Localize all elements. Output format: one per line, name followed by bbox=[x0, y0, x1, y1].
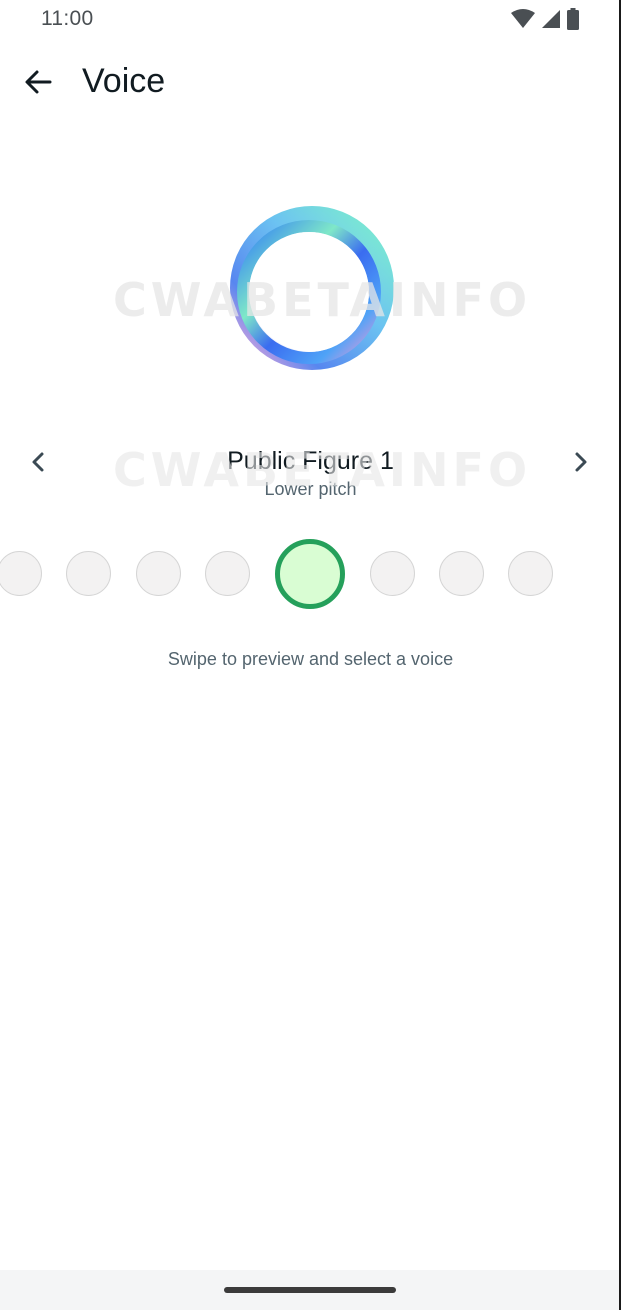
voice-option-selected[interactable] bbox=[275, 539, 345, 609]
back-button[interactable] bbox=[14, 60, 62, 108]
voice-option[interactable] bbox=[136, 551, 181, 596]
chevron-right-icon bbox=[572, 451, 590, 478]
wifi-icon bbox=[511, 9, 535, 34]
system-nav-bar bbox=[0, 1270, 621, 1310]
status-bar: 11:00 bbox=[0, 0, 621, 40]
svg-text:CWABETAINFO: CWABETAINFO bbox=[113, 446, 531, 492]
app-bar: Voice bbox=[0, 50, 621, 116]
signal-icon bbox=[541, 9, 561, 34]
status-time: 11:00 bbox=[41, 7, 94, 30]
voice-carousel[interactable] bbox=[0, 536, 621, 612]
next-voice-button[interactable] bbox=[561, 444, 601, 484]
voice-option[interactable] bbox=[370, 551, 415, 596]
watermark-logo: CWABETAINFO bbox=[113, 273, 543, 327]
watermark-logo: CWABETAINFO bbox=[113, 443, 543, 497]
voice-option[interactable] bbox=[439, 551, 484, 596]
svg-text:CWABETAINFO: CWABETAINFO bbox=[113, 276, 531, 322]
swipe-hint: Swipe to preview and select a voice bbox=[167, 649, 454, 669]
voice-option[interactable] bbox=[0, 551, 42, 596]
home-indicator[interactable] bbox=[224, 1287, 396, 1293]
voice-option[interactable] bbox=[508, 551, 553, 596]
voice-option[interactable] bbox=[205, 551, 250, 596]
page-title: Voice bbox=[82, 62, 166, 100]
battery-icon bbox=[567, 8, 579, 35]
voice-option[interactable] bbox=[66, 551, 111, 596]
status-icons bbox=[511, 8, 579, 35]
arrow-back-icon bbox=[23, 67, 53, 102]
